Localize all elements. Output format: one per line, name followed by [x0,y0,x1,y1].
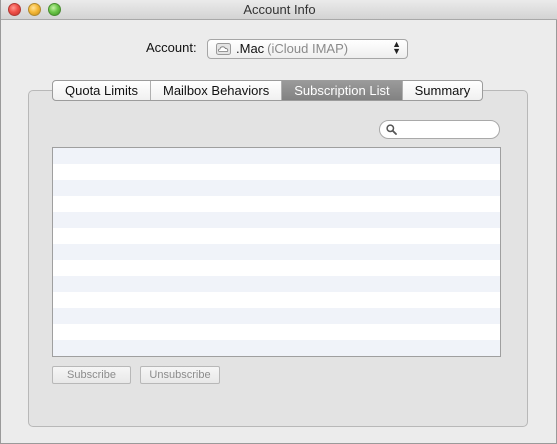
list-row [53,244,500,260]
subscribe-button[interactable]: Subscribe [52,366,131,384]
list-row [53,148,500,164]
search-icon [386,124,397,135]
search-input[interactable] [400,122,494,137]
subscription-list[interactable] [52,147,501,357]
chevron-updown-icon: ▲ ▼ [392,39,401,56]
account-type: (iCloud IMAP) [267,41,349,56]
cloud-icon [216,43,231,55]
account-info-window: Account Info Account: .Mac (iCloud IMAP) … [0,0,557,444]
list-row [53,292,500,308]
unsubscribe-button[interactable]: Unsubscribe [140,366,220,384]
list-row [53,164,500,180]
account-name: .Mac [236,41,265,56]
list-row [53,308,500,324]
tab-subscription-list[interactable]: Subscription List [282,81,403,100]
list-row [53,228,500,244]
list-row [53,212,500,228]
tab-quota-limits[interactable]: Quota Limits [53,81,151,100]
list-row [53,276,500,292]
list-row [53,356,500,357]
window-title: Account Info [243,2,316,17]
account-label: Account: [146,40,197,55]
title-bar: Account Info [1,0,557,20]
list-row [53,180,500,196]
list-row [53,196,500,212]
account-popup-button[interactable]: .Mac (iCloud IMAP) ▲ ▼ [207,39,408,59]
list-row [53,260,500,276]
tab-summary[interactable]: Summary [403,81,483,100]
list-row [53,324,500,340]
tab-bar: Quota Limits Mailbox Behaviors Subscript… [52,80,484,101]
list-row [53,340,500,356]
search-field[interactable] [379,120,500,139]
tab-mailbox-behaviors[interactable]: Mailbox Behaviors [151,81,283,100]
